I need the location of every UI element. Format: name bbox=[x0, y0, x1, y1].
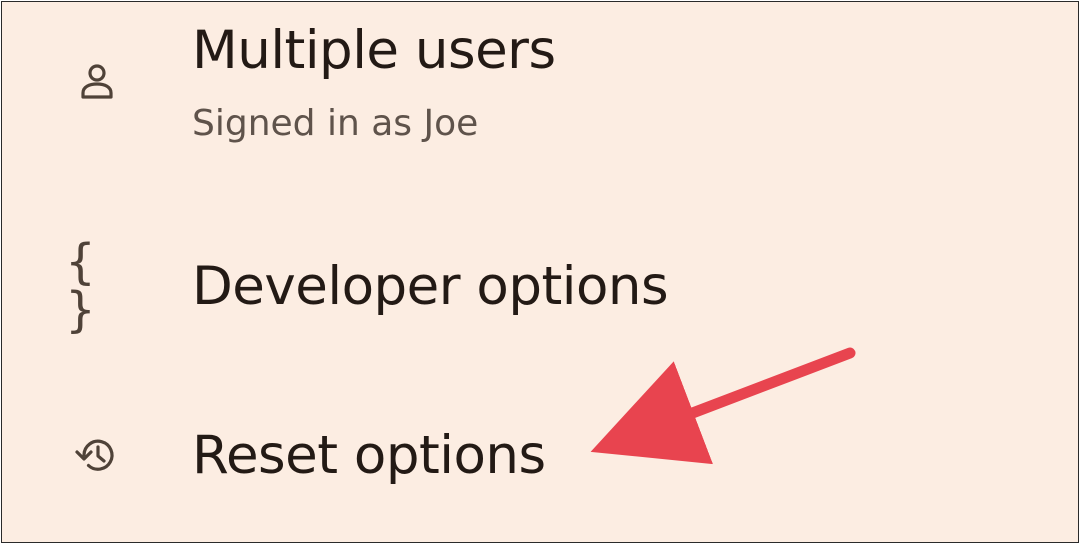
multiple-users-subtitle: Signed in as Joe bbox=[192, 103, 479, 144]
reset-options-title: Reset options bbox=[192, 425, 546, 486]
settings-screen: Multiple users Signed in as Joe { } Deve… bbox=[1, 1, 1079, 543]
person-icon bbox=[66, 52, 128, 114]
settings-item-reset-options[interactable]: Reset options bbox=[2, 377, 1078, 537]
braces-icon-glyph: { } bbox=[66, 234, 105, 338]
settings-item-developer-options[interactable]: { } Developer options bbox=[2, 217, 1078, 357]
multiple-users-title: Multiple users bbox=[192, 20, 556, 81]
developer-options-title: Developer options bbox=[192, 256, 669, 317]
settings-item-multiple-users[interactable]: Multiple users Signed in as Joe bbox=[2, 2, 1078, 192]
braces-icon: { } bbox=[66, 238, 128, 334]
history-icon bbox=[66, 424, 128, 486]
